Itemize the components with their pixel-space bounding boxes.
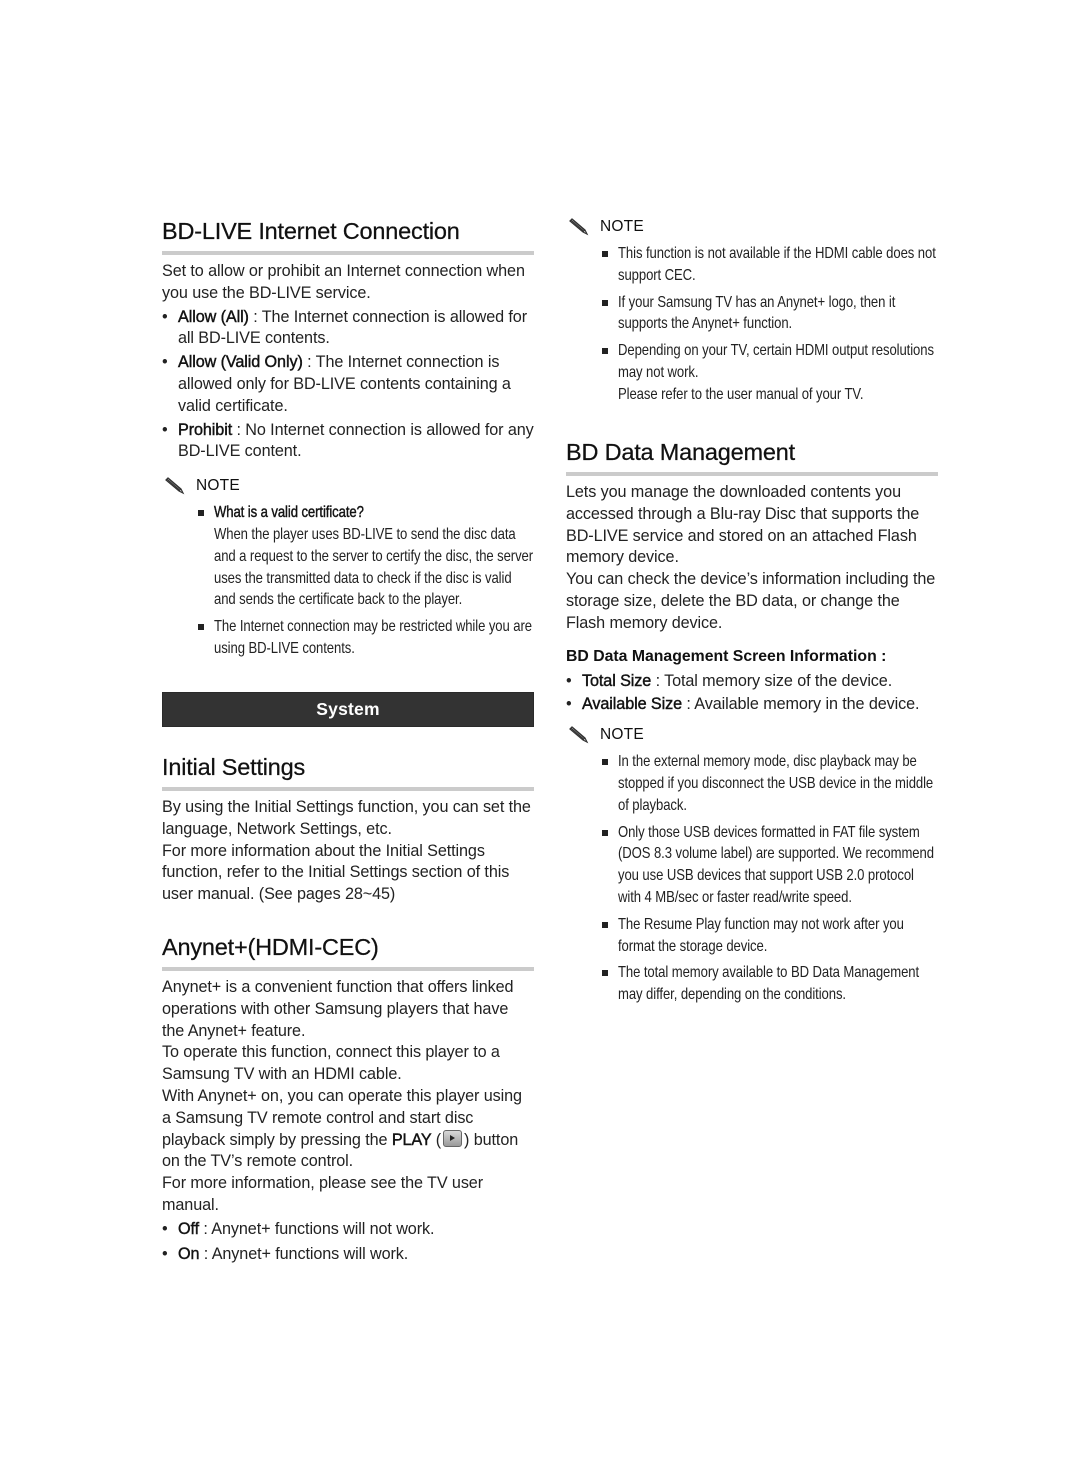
- option-item: Allow (Valid Only) : The Internet connec…: [162, 352, 534, 417]
- option-term: Total Size: [582, 671, 652, 690]
- body-text: By using the Initial Settings function, …: [162, 798, 531, 838]
- note-item: Depending on your TV, certain HDMI outpu…: [566, 340, 938, 405]
- option-desc: : No Internet connection is allowed for …: [178, 420, 534, 461]
- option-item: Allow (All) : The Internet connection is…: [162, 307, 534, 351]
- section-title: BD-LIVE Internet Connection: [162, 218, 460, 244]
- option-term: Prohibit: [178, 420, 233, 439]
- note-label: NOTE: [600, 726, 644, 744]
- body-text: With Anynet+ on, you can operate this pl…: [162, 1086, 534, 1173]
- option-list: Off : Anynet+ functions will not work. O…: [162, 1219, 534, 1266]
- note-item: In the external memory mode, disc playba…: [566, 751, 938, 816]
- option-desc: : Anynet+ functions will work.: [199, 1244, 409, 1263]
- body-text: You can check the device’s information i…: [566, 570, 936, 632]
- note-text: This function is not available if the HD…: [618, 245, 936, 284]
- section-title: Anynet+(HDMI-CEC): [162, 934, 379, 960]
- option-term: Off: [178, 1219, 200, 1238]
- note-text: In the external memory mode, disc playba…: [618, 753, 934, 814]
- note-item: Only those USB devices formatted in FAT …: [566, 822, 938, 909]
- note-text: When the player uses BD-LIVE to send the…: [214, 525, 534, 609]
- anynet-section: Anynet+(HDMI-CEC) Anynet+ is a convenien…: [162, 933, 534, 1265]
- subheading: BD Data Management Screen Information :: [566, 647, 887, 665]
- note-list: What is a valid certificate? When the pl…: [162, 502, 534, 660]
- option-item: Prohibit : No Internet connection is all…: [162, 420, 534, 464]
- option-item: Available Size : Available memory in the…: [566, 694, 938, 716]
- body-text: Anynet+ is a convenient function that of…: [162, 978, 514, 1040]
- note-label: NOTE: [600, 218, 644, 235]
- option-term: Allow (All): [178, 307, 249, 326]
- option-list: Total Size : Total memory size of the de…: [566, 671, 938, 717]
- note-text: If your Samsung TV has an Anynet+ logo, …: [618, 293, 896, 333]
- option-desc: : Anynet+ functions will not work.: [199, 1219, 435, 1238]
- note-text: Please refer to the user manual of your …: [618, 385, 864, 403]
- body-text: For more information, please see the TV …: [162, 1174, 484, 1214]
- bd-data-management-section: BD Data Management Lets you manage the d…: [566, 438, 938, 1006]
- note-item: What is a valid certificate? When the pl…: [162, 502, 534, 611]
- anynet-note-section: NOTE This function is not available if t…: [566, 216, 938, 406]
- initial-settings-section: Initial Settings By using the Initial Se…: [162, 753, 534, 906]
- pencil-note-icon: [569, 726, 589, 744]
- section-title: BD Data Management: [566, 439, 795, 465]
- note-header: NOTE: [566, 216, 938, 238]
- play-key-label: PLAY: [391, 1130, 432, 1149]
- pencil-note-icon: [165, 477, 185, 495]
- note-item: The Resume Play function may not work af…: [566, 914, 938, 958]
- note-label: NOTE: [196, 477, 240, 495]
- title-divider: [566, 472, 938, 476]
- option-desc: : Total memory size of the device.: [651, 671, 893, 690]
- title-divider: [162, 967, 534, 971]
- note-text: Depending on your TV, certain HDMI outpu…: [618, 342, 934, 381]
- note-list: In the external memory mode, disc playba…: [566, 751, 938, 1006]
- note-header: NOTE: [162, 475, 534, 497]
- title-divider: [162, 787, 534, 791]
- bdlive-section: BD-LIVE Internet Connection Set to allow…: [162, 217, 534, 660]
- note-item: This function is not available if the HD…: [566, 243, 938, 287]
- option-item: Total Size : Total memory size of the de…: [566, 671, 938, 693]
- note-text: The Internet connection may be restricte…: [214, 618, 532, 657]
- section-title: Initial Settings: [162, 754, 306, 780]
- note-header: NOTE: [566, 724, 938, 746]
- play-button-icon: [443, 1129, 463, 1147]
- note-item: The total memory available to BD Data Ma…: [566, 962, 938, 1006]
- option-item: On : Anynet+ functions will work.: [162, 1244, 534, 1266]
- body-text: Lets you manage the downloaded contents …: [566, 483, 920, 567]
- option-item: Off : Anynet+ functions will not work.: [162, 1219, 534, 1241]
- intro-text: Set to allow or prohibit an Internet con…: [162, 262, 525, 302]
- body-text: For more information about the Initial S…: [162, 841, 510, 904]
- note-item: If your Samsung TV has an Anynet+ logo, …: [566, 292, 938, 336]
- note-text: The Resume Play function may not work af…: [618, 915, 904, 955]
- note-text: Only those USB devices formatted in FAT …: [618, 823, 934, 906]
- option-term: Allow (Valid Only): [178, 353, 303, 372]
- body-text: To operate this function, connect this p…: [162, 1043, 500, 1084]
- system-section-bar: System: [162, 692, 534, 727]
- pencil-note-icon: [569, 218, 589, 236]
- section-bar-label: System: [316, 699, 380, 719]
- note-list: This function is not available if the HD…: [566, 243, 938, 406]
- title-divider: [162, 251, 534, 255]
- option-term: On: [178, 1244, 200, 1263]
- option-desc: : Available memory in the device.: [682, 695, 920, 714]
- option-term: Available Size: [582, 695, 683, 714]
- option-list: Allow (All) : The Internet connection is…: [162, 307, 534, 464]
- paren-open: (: [431, 1130, 442, 1149]
- note-title: What is a valid certificate?: [214, 504, 364, 522]
- note-text: The total memory available to BD Data Ma…: [618, 964, 920, 1004]
- note-item: The Internet connection may be restricte…: [162, 616, 534, 660]
